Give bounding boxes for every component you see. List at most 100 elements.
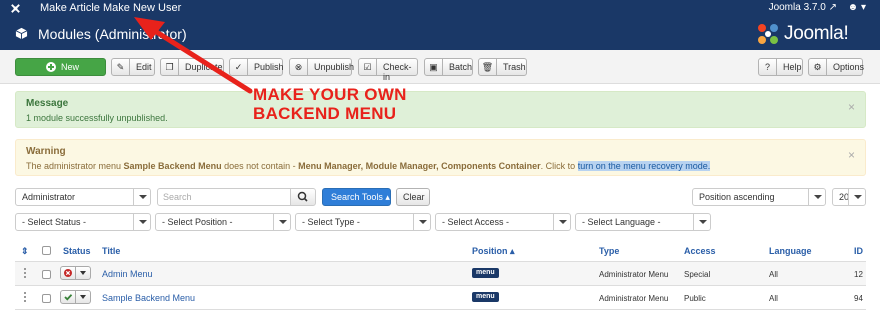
- joomla-brand-logo: Joomla!: [756, 22, 866, 46]
- module-language: All: [769, 270, 778, 279]
- help-icon: ?: [759, 59, 777, 75]
- chevron-down-icon: [553, 214, 570, 230]
- module-access: Public: [684, 294, 706, 303]
- external-link-icon: ↗: [828, 2, 837, 13]
- search-button[interactable]: [290, 188, 316, 206]
- table-header: ⇕ Status Title Position ▴ Type Access La…: [15, 240, 866, 262]
- admin-topbar: Make Article Make New User Joomla 3.7.0 …: [0, 0, 880, 17]
- chevron-down-icon: [133, 189, 150, 205]
- trash-button[interactable]: 🗑 Trash: [478, 58, 527, 76]
- duplicate-button[interactable]: ❐ Duplicate: [160, 58, 224, 76]
- sort-order-icon[interactable]: ⇕: [21, 246, 29, 257]
- chevron-down-icon: [693, 214, 710, 230]
- joomla-brand-text: Joomla!: [784, 23, 849, 44]
- message-text: 1 module successfully unpublished.: [26, 113, 168, 123]
- page-title: Modules (Administrator): [38, 26, 187, 42]
- warning-heading: Warning: [26, 146, 66, 157]
- help-button[interactable]: ? Help: [758, 58, 803, 76]
- user-icon: ☻: [847, 2, 859, 13]
- module-language: All: [769, 294, 778, 303]
- drag-handle-icon[interactable]: [24, 268, 26, 278]
- menu-recovery-link[interactable]: turn on the menu recovery mode.: [577, 161, 711, 171]
- chevron-down-icon: [808, 189, 825, 205]
- table-row: Admin Menu menu Administrator Menu Speci…: [15, 262, 866, 286]
- joomla-icon[interactable]: [9, 2, 22, 15]
- header-type[interactable]: Type: [599, 246, 619, 256]
- language-filter[interactable]: - Select Language -: [575, 213, 711, 231]
- list-limit-select[interactable]: 20: [832, 188, 866, 206]
- cube-icon: [15, 27, 28, 40]
- unpublish-icon: ⊗: [290, 59, 308, 75]
- check-all-checkbox[interactable]: [42, 246, 51, 255]
- batch-button[interactable]: ▣ Batch: [424, 58, 473, 76]
- status-toggle[interactable]: [60, 266, 91, 280]
- trash-icon: 🗑: [479, 59, 497, 75]
- drag-handle-icon[interactable]: [24, 292, 26, 302]
- status-filter[interactable]: - Select Status -: [15, 213, 151, 231]
- close-icon[interactable]: ×: [848, 148, 855, 162]
- published-check-icon: [64, 294, 73, 301]
- menu-make-article[interactable]: Make Article: [40, 2, 100, 14]
- joomla-version-link[interactable]: Joomla 3.7.0 ↗: [769, 2, 837, 13]
- status-toggle[interactable]: [60, 290, 91, 304]
- module-title-link[interactable]: Admin Menu: [102, 269, 153, 279]
- new-button[interactable]: New: [15, 58, 106, 76]
- position-badge: menu: [472, 268, 499, 278]
- chevron-down-icon: [80, 271, 86, 275]
- options-button[interactable]: ⚙ Options: [808, 58, 864, 76]
- header-language[interactable]: Language: [769, 246, 812, 256]
- annotation-text: MAKE YOUR OWN BACKEND MENU: [253, 85, 407, 123]
- ordering-select[interactable]: Position ascending: [692, 188, 826, 206]
- message-heading: Message: [26, 98, 69, 109]
- module-id: 94: [854, 294, 863, 303]
- row-checkbox[interactable]: [42, 270, 51, 279]
- position-filter[interactable]: - Select Position -: [155, 213, 291, 231]
- header-status[interactable]: Status: [63, 246, 91, 256]
- unpublished-icon: [64, 269, 72, 277]
- chevron-down-icon: ▾: [860, 2, 866, 13]
- plus-icon: [46, 62, 56, 72]
- header-access[interactable]: Access: [684, 246, 716, 256]
- unpublish-button[interactable]: ⊗ Unpublish: [289, 58, 354, 76]
- header-title[interactable]: Title: [102, 246, 120, 256]
- check-in-button[interactable]: ☑ Check-in: [358, 58, 418, 82]
- clear-button[interactable]: Clear: [396, 188, 430, 206]
- header-position[interactable]: Position ▴: [472, 246, 515, 257]
- batch-icon: ▣: [425, 59, 443, 75]
- search-input[interactable]: Search: [157, 188, 291, 206]
- chevron-down-icon: [133, 214, 150, 230]
- gear-icon: ⚙: [809, 59, 827, 75]
- edit-button[interactable]: ✎ Edit: [111, 58, 155, 76]
- chevron-down-icon: [848, 189, 865, 205]
- search-icon: [297, 191, 308, 202]
- edit-icon: ✎: [112, 59, 130, 75]
- user-menu[interactable]: ☻ ▾: [848, 2, 866, 13]
- checkbox-icon: ☑: [359, 59, 377, 75]
- module-title-link[interactable]: Sample Backend Menu: [102, 293, 195, 303]
- success-message: Message 1 module successfully unpublishe…: [15, 91, 866, 128]
- type-filter[interactable]: - Select Type -: [295, 213, 431, 231]
- toolbar: New ✎ Edit ❐ Duplicate ✓ Publish ⊗ Unpub…: [0, 50, 880, 84]
- chevron-down-icon: [273, 214, 290, 230]
- position-badge: menu: [472, 292, 499, 302]
- page-header: Modules (Administrator) Joomla!: [0, 17, 880, 50]
- publish-button[interactable]: ✓ Publish: [229, 58, 284, 76]
- warning-message: Warning The administrator menu Sample Ba…: [15, 139, 866, 176]
- check-icon: ✓: [230, 59, 248, 75]
- access-filter[interactable]: - Select Access -: [435, 213, 571, 231]
- module-id: 12: [854, 270, 863, 279]
- header-id[interactable]: ID: [854, 246, 863, 256]
- copy-icon: ❐: [161, 59, 179, 75]
- chevron-down-icon: [413, 214, 430, 230]
- client-select[interactable]: Administrator: [15, 188, 151, 206]
- menu-make-new-user[interactable]: Make New User: [103, 2, 181, 14]
- module-access: Special: [684, 270, 711, 279]
- warning-text: The administrator menu Sample Backend Me…: [26, 161, 711, 171]
- search-tools-button[interactable]: Search Tools ▴: [322, 188, 391, 206]
- joomla-logo-icon: [758, 24, 778, 44]
- module-type: Administrator Menu: [599, 270, 669, 279]
- row-checkbox[interactable]: [42, 294, 51, 303]
- chevron-down-icon: [80, 295, 86, 299]
- table-row: Sample Backend Menu menu Administrator M…: [15, 286, 866, 310]
- close-icon[interactable]: ×: [848, 100, 855, 114]
